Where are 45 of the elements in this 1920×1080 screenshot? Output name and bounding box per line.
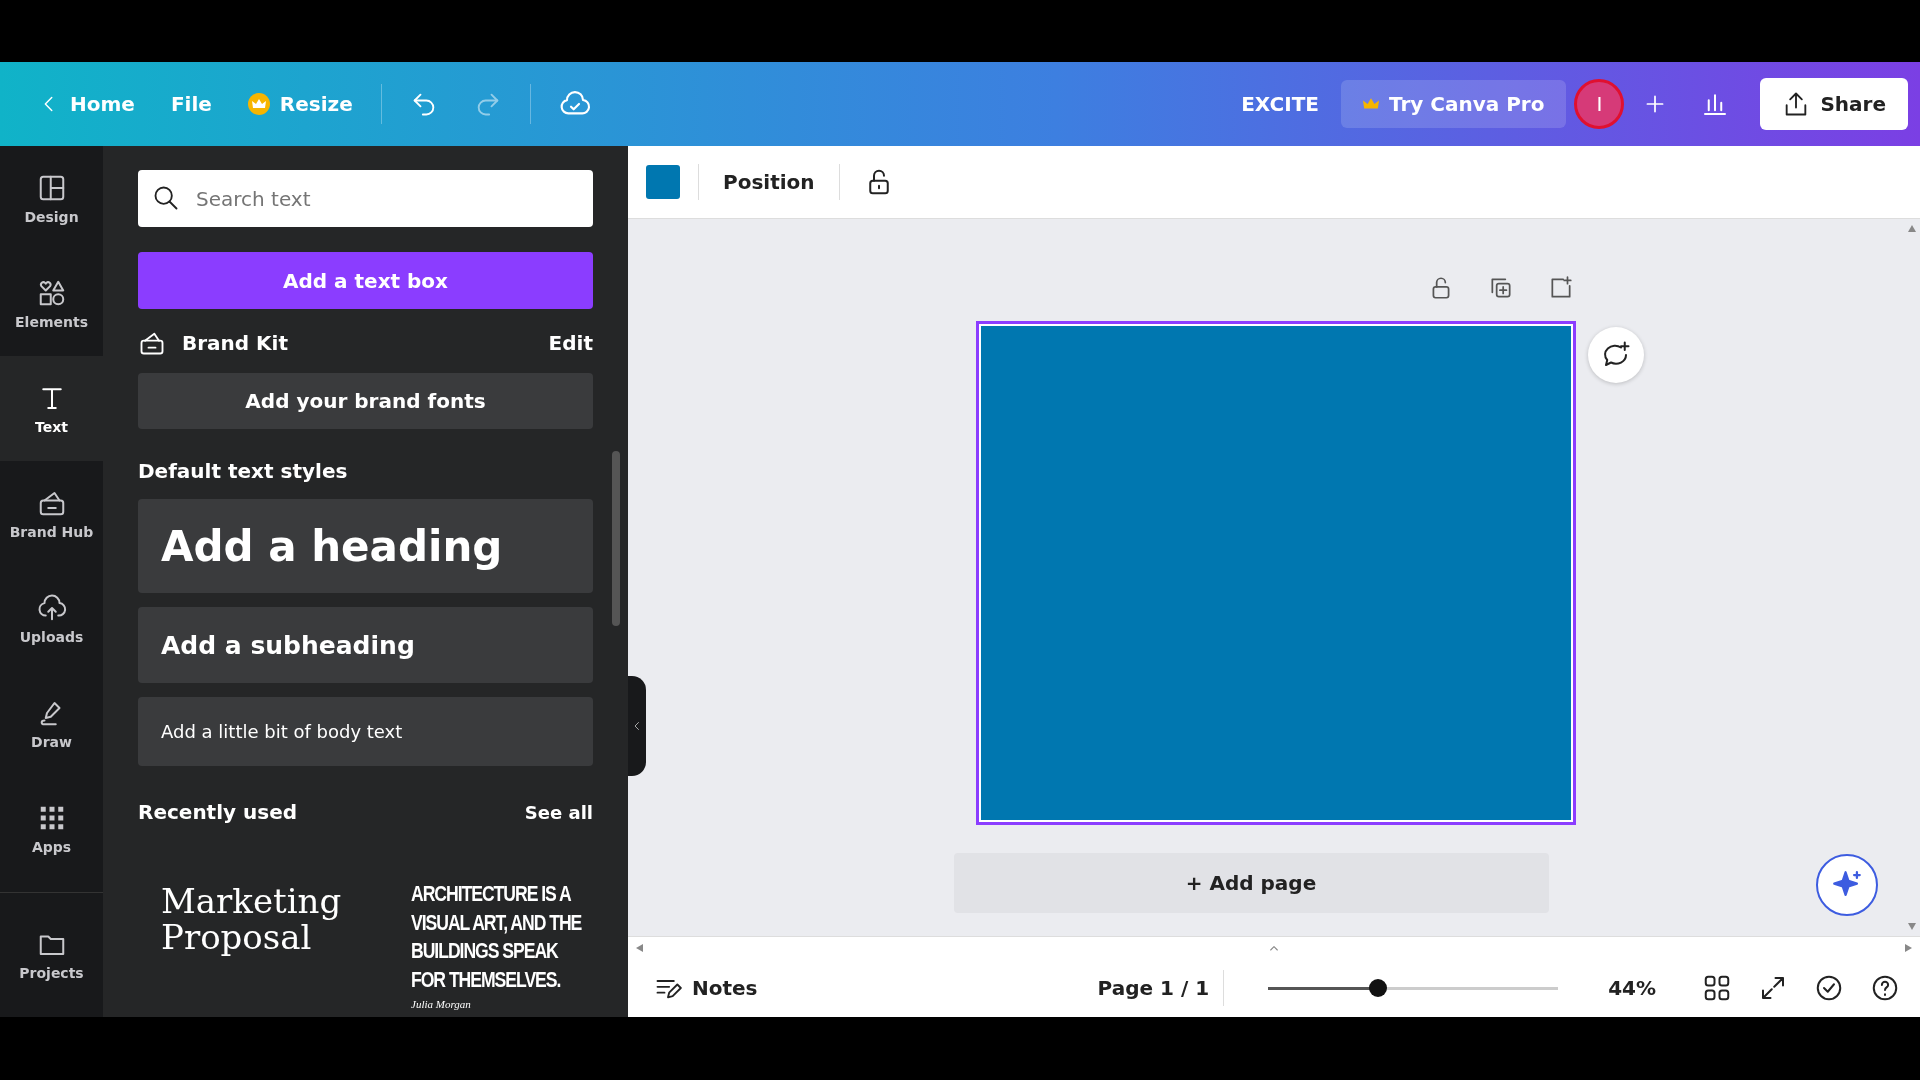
text-style-card[interactable]: Add a heading <box>138 499 593 593</box>
edit-link[interactable]: Edit <box>548 331 593 355</box>
try-pro-button[interactable]: Try Canva Pro <box>1340 80 1567 128</box>
crown-icon <box>247 93 270 115</box>
section-title: Brand Kit <box>182 331 289 355</box>
scrollbar[interactable] <box>612 451 620 626</box>
sidebar-item[interactable]: Uploads <box>0 566 103 671</box>
scroll-left-icon[interactable] <box>634 943 644 953</box>
sidebar-item[interactable]: Draw <box>0 671 103 776</box>
project-title[interactable]: EXCITE <box>1227 84 1333 124</box>
scroll-down-icon[interactable] <box>1907 922 1917 932</box>
check-circle-icon <box>1814 973 1844 1003</box>
section-title: Default text styles <box>138 459 349 483</box>
grid-icon <box>1702 973 1732 1003</box>
see-all-link[interactable]: See all <box>524 801 593 823</box>
crown-icon <box>1362 98 1379 110</box>
font-preview[interactable]: Marketing Proposal <box>161 884 361 966</box>
text-style-card[interactable]: Add a subheading <box>138 607 593 683</box>
sidebar-item[interactable]: Design <box>0 146 103 251</box>
sidebar-item[interactable]: Apps <box>0 776 103 881</box>
notes-button[interactable]: Notes <box>648 973 764 1003</box>
cloud-upload-icon <box>36 592 67 623</box>
add-page-icon <box>1548 275 1574 301</box>
scroll-up-icon[interactable] <box>1907 223 1917 233</box>
zoom-percent[interactable]: 44% <box>1602 975 1662 1001</box>
color-swatch[interactable] <box>646 165 680 199</box>
add-text-box-button[interactable]: Add a text box <box>138 252 593 309</box>
sidebar-item[interactable]: Elements <box>0 251 103 356</box>
collapse-panel-button[interactable] <box>628 676 646 776</box>
sidebar-item[interactable]: Text <box>0 356 103 461</box>
add-brand-fonts-button[interactable]: Add your brand fonts <box>138 373 593 429</box>
help-icon <box>1870 973 1900 1003</box>
font-preview[interactable]: ARCHITECTURE IS A VISUAL ART, AND THE BUILDINGS SPEAK FOR THEMSELVES. Julia Morgan <box>411 880 631 1011</box>
duplicate-icon <box>1488 275 1514 301</box>
scroll-right-icon[interactable] <box>1904 943 1914 953</box>
add-page-button[interactable]: + Add page <box>953 853 1549 913</box>
sidebar-item[interactable]: Brand Hub <box>0 461 103 566</box>
comment-button[interactable] <box>1588 327 1644 383</box>
text-style-card[interactable]: Add a little bit of body text <box>138 697 593 766</box>
section-title: Recently used <box>138 800 298 824</box>
avatar[interactable]: I <box>1574 79 1625 129</box>
position-button[interactable]: Position <box>717 169 821 195</box>
search-field[interactable]: Search text <box>138 170 593 227</box>
page-indicator: Page 1 / 1 <box>1097 976 1210 1000</box>
share-button[interactable]: Share <box>1760 78 1908 130</box>
